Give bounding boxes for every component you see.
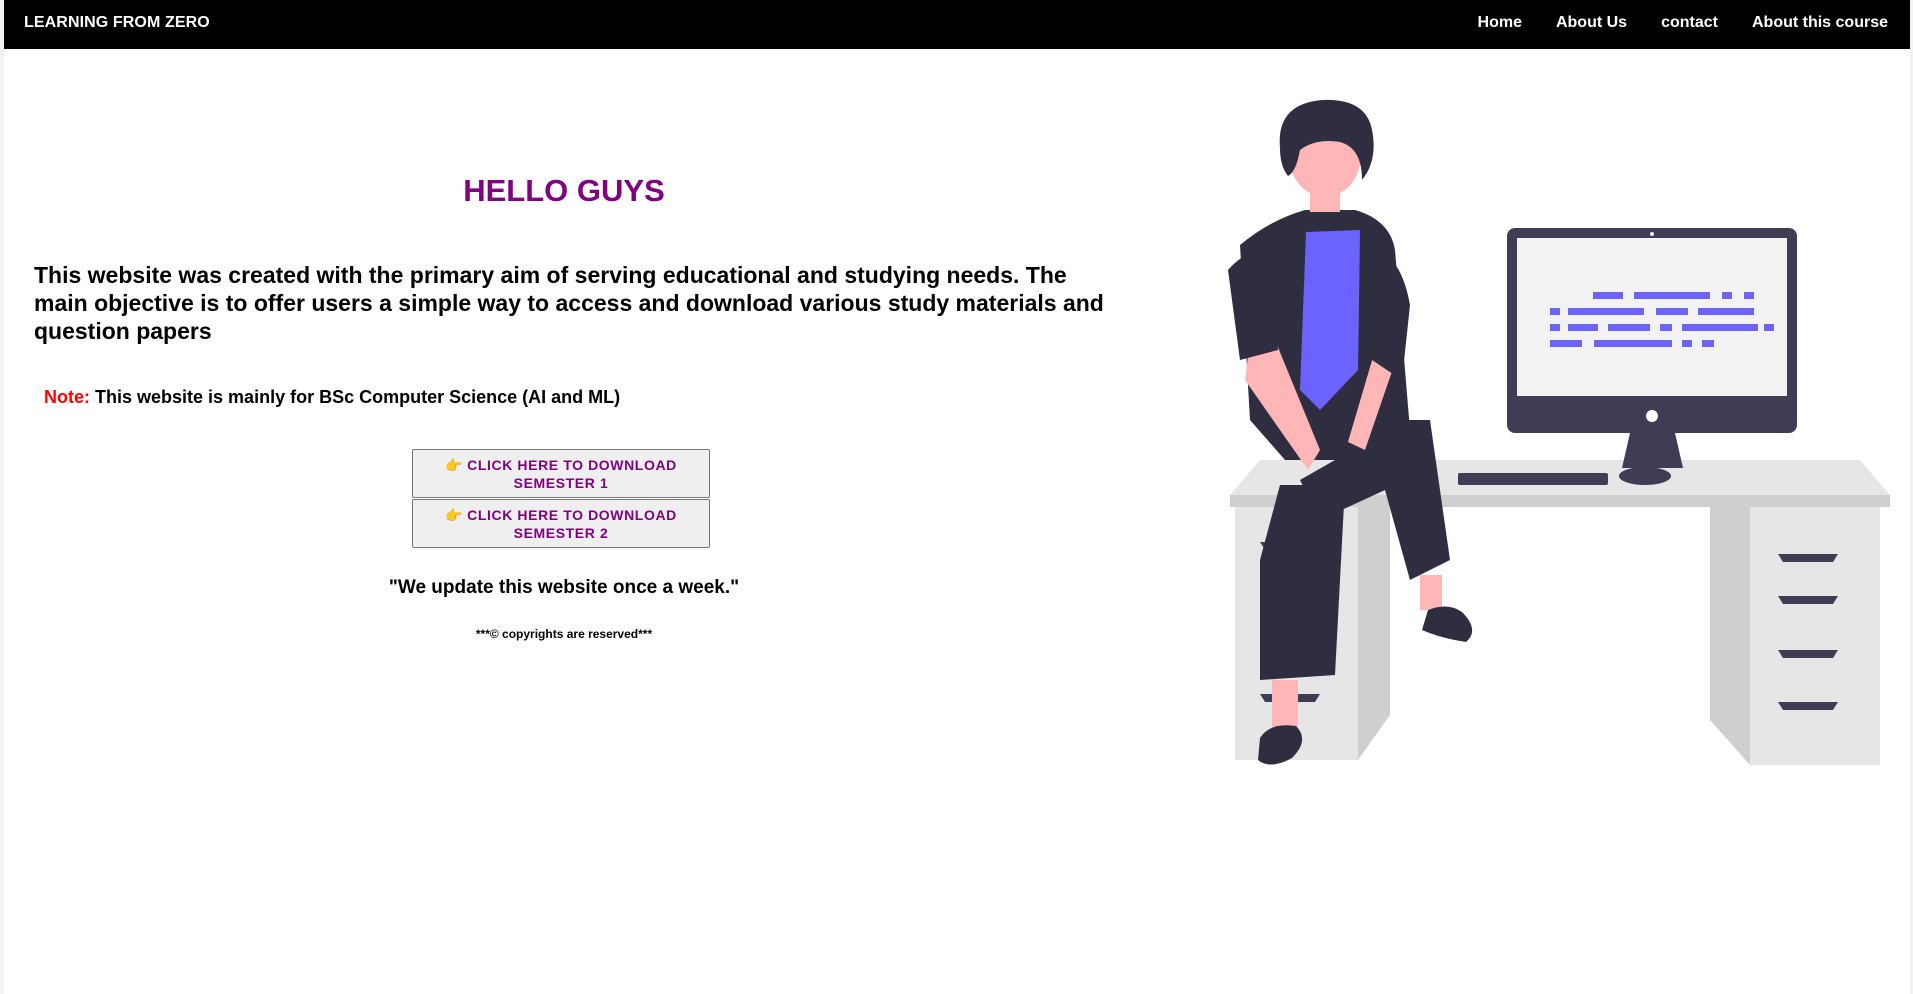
note-text: This website is mainly for BSc Computer … (95, 387, 621, 407)
note-label: Note: (44, 387, 90, 407)
nav-links: Home About Us contact About this course (1444, 14, 1888, 32)
pointing-hand-icon: 👉 (445, 457, 464, 473)
site-brand[interactable]: LEARNING FROM ZERO (24, 14, 210, 32)
top-navbar: LEARNING FROM ZERO Home About Us contact… (4, 0, 1910, 49)
nav-link-about-course[interactable]: About this course (1752, 14, 1888, 32)
download-semester-1-label: CLICK HERE TO DOWNLOAD SEMESTER 1 (467, 457, 677, 491)
nav-link-about-us[interactable]: About Us (1556, 14, 1627, 32)
note-line: Note: This website is mainly for BSc Com… (44, 387, 620, 408)
person-sitting-at-desk-illustration (1110, 90, 1900, 830)
update-note: "We update this website once a week." (388, 577, 740, 598)
page-heading: HELLO GUYS (463, 173, 665, 208)
download-semester-2-label: CLICK HERE TO DOWNLOAD SEMESTER 2 (467, 507, 677, 541)
nav-link-home[interactable]: Home (1478, 14, 1522, 32)
pointing-hand-icon: 👉 (445, 507, 464, 523)
main-content: HELLO GUYS This website was created with… (4, 49, 1124, 949)
copyright-text: ***© copyrights are reserved*** (475, 627, 653, 641)
intro-paragraph: This website was created with the primar… (34, 262, 1104, 344)
download-buttons: 👉 CLICK HERE TO DOWNLOAD SEMESTER 1 👉 CLIC… (412, 449, 710, 549)
download-semester-1-button[interactable]: 👉 CLICK HERE TO DOWNLOAD SEMESTER 1 (412, 449, 710, 498)
nav-link-contact[interactable]: contact (1661, 14, 1718, 32)
download-semester-2-button[interactable]: 👉 CLICK HERE TO DOWNLOAD SEMESTER 2 (412, 499, 710, 548)
